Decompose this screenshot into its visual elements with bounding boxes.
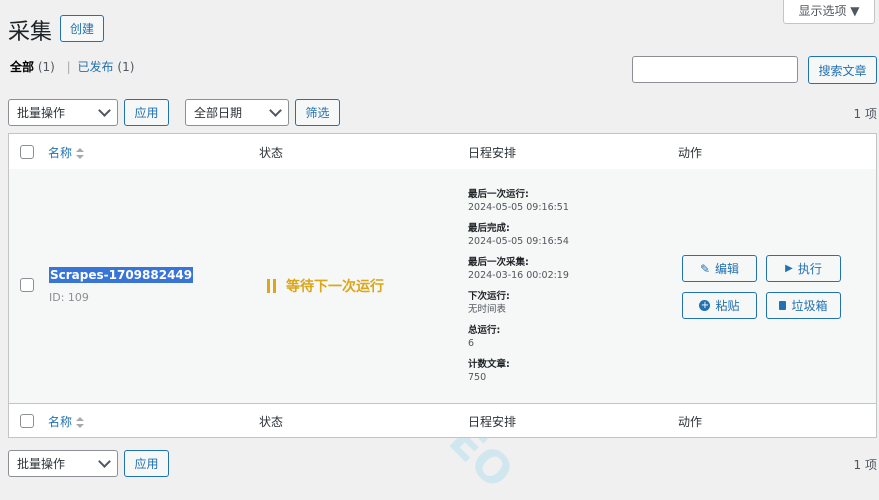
schedule-item: 计数文章: 750 [468,359,510,383]
bulk-action-select[interactable]: 批量操作 [8,99,118,126]
filter-all[interactable]: 全部 [10,60,34,74]
sort-icon [76,148,85,159]
column-schedule: 日程安排 [468,146,517,160]
chevron-down-icon [269,104,282,117]
plus-circle-icon: + [699,299,711,311]
status-badge: 等待下一次运行 [267,276,384,296]
trash-button[interactable]: 垃圾箱 [766,292,841,319]
chevron-down-icon [98,104,111,117]
table-row: Scrapes-1709882449 ID: 109 等待下一次运行 最后一次运… [9,169,876,403]
play-icon: ▶ [785,263,793,274]
column-status-bottom: 状态 [259,415,284,429]
trash-icon [779,301,787,310]
screen-options-button[interactable]: 显示选项 ▼ [783,0,875,24]
run-button[interactable]: ▶ 执行 [766,255,841,282]
column-actions-bottom: 动作 [678,415,703,429]
edit-button[interactable]: ✎ 编辑 [682,255,757,282]
apply-button[interactable]: 应用 [124,99,169,126]
column-name-bottom[interactable]: 名称 [48,413,85,430]
filter-button[interactable]: 筛选 [295,99,340,126]
schedule-info: 最后一次运行: 2024-05-05 09:16:51 最后完成: 2024-0… [468,188,569,392]
sort-icon [76,417,85,428]
table-header: 名称 状态 日程安排 动作 [9,134,876,170]
page-title: 采集 [8,20,53,45]
status-filters: 全部 (1) | 已发布 (1) [10,58,134,75]
select-all-checkbox-bottom[interactable] [20,414,34,428]
schedule-item: 总运行: 6 [468,325,501,349]
schedule-item: 最后完成: 2024-05-05 09:16:54 [468,223,569,247]
item-count: 1 项 [853,107,877,121]
row-checkbox[interactable] [20,278,34,292]
column-schedule-bottom: 日程安排 [468,415,517,429]
column-name[interactable]: 名称 [48,144,85,161]
filter-all-count: (1) [37,60,55,74]
select-all-checkbox[interactable] [20,145,34,159]
chevron-down-icon [98,455,111,468]
schedule-item: 最后一次运行: 2024-05-05 09:16:51 [468,189,569,213]
create-button[interactable]: 创建 [60,15,104,42]
column-status: 状态 [259,146,284,160]
apply-button-bottom[interactable]: 应用 [124,450,169,477]
search-button[interactable]: 搜索文章 [808,56,877,84]
scrapes-table: 名称 状态 日程安排 动作 Scrapes-1709882449 ID: 109… [8,133,877,438]
filter-published[interactable]: 已发布 [78,60,114,74]
scrape-title-link[interactable]: Scrapes-1709882449 [49,267,194,283]
pencil-icon: ✎ [699,261,711,276]
item-count-bottom: 1 项 [853,458,877,472]
bulk-action-value-bottom: 批量操作 [17,457,66,471]
filter-separator: | [66,60,71,74]
date-filter-value: 全部日期 [194,106,243,120]
filter-published-count: (1) [117,60,135,74]
schedule-item: 最后一次采集: 2024-03-16 00:02:19 [468,257,569,281]
date-filter-select[interactable]: 全部日期 [185,99,289,126]
status-text: 等待下一次运行 [286,279,384,295]
table-footer: 名称 状态 日程安排 动作 [9,403,876,437]
bulk-action-value: 批量操作 [17,106,66,120]
bulk-action-select-bottom[interactable]: 批量操作 [8,450,118,477]
pause-icon [267,279,276,293]
scrape-id: ID: 109 [49,291,89,304]
search-input[interactable] [632,56,798,83]
paste-button[interactable]: + 粘贴 [682,292,757,319]
schedule-item: 下次运行: 无时间表 [468,291,510,315]
column-actions: 动作 [678,146,703,160]
